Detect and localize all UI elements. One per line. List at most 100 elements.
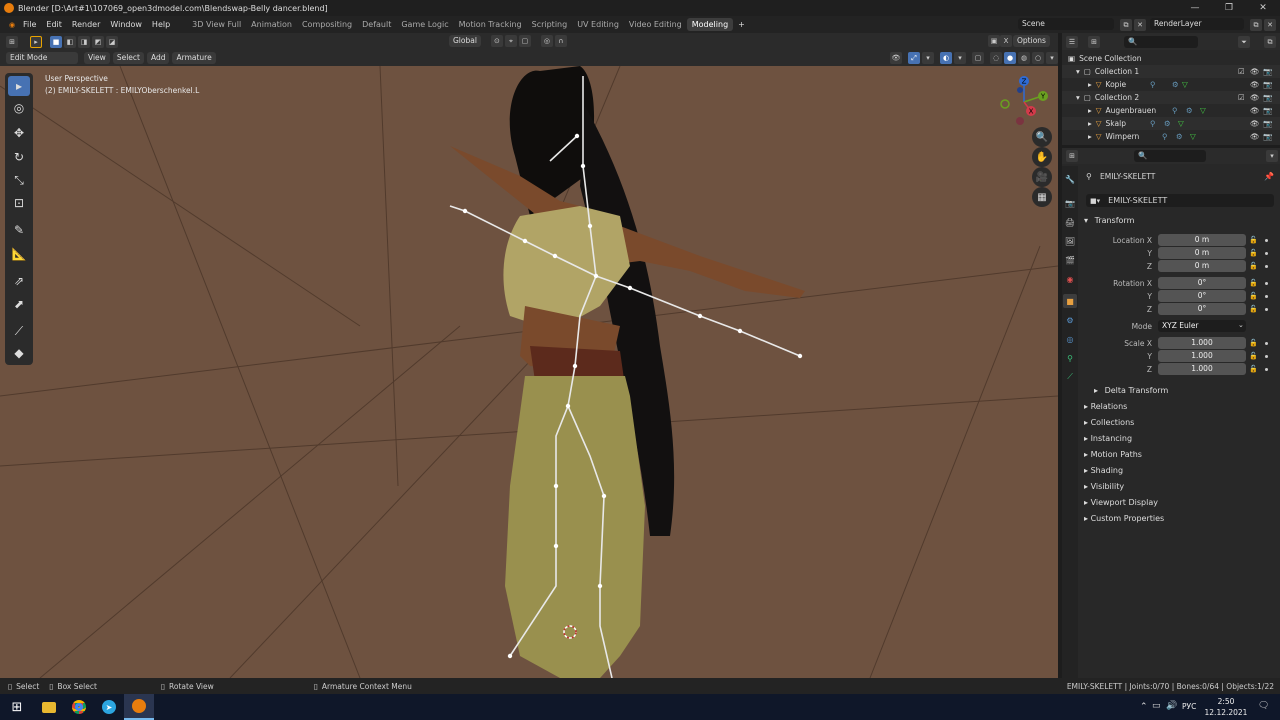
navigation-gizmo[interactable]: Z Y X <box>998 74 1050 126</box>
keyframe-dot-icon[interactable] <box>1265 308 1268 311</box>
checkbox-icon[interactable]: ☑ <box>1238 67 1245 76</box>
expand-arrow-icon[interactable]: ▸ <box>1088 106 1092 115</box>
clock[interactable]: 2:50 12.12.2021 <box>1204 696 1248 718</box>
bone-size-tool-icon[interactable]: ⬈ <box>8 294 30 314</box>
transform-orientation[interactable]: Global <box>449 35 481 47</box>
rotate-tool-icon[interactable]: ↻ <box>8 147 30 167</box>
editor-type-icon[interactable]: ⊞ <box>6 35 18 48</box>
overlay-toggle-icon[interactable]: ◐ <box>940 52 952 64</box>
tab-video-editing[interactable]: Video Editing <box>624 18 687 31</box>
view-menu[interactable]: View <box>84 52 110 64</box>
tab-default[interactable]: Default <box>357 18 396 31</box>
expand-arrow-icon[interactable]: ▾ <box>1076 93 1080 102</box>
outliner-root[interactable]: ▣ Scene Collection <box>1062 52 1280 65</box>
eye-icon[interactable]: 👁 <box>1250 119 1260 128</box>
mode-intersect-icon[interactable]: ◪ <box>106 35 118 48</box>
lock-icon[interactable]: 🔓 <box>1249 262 1258 270</box>
tab-scene-icon[interactable]: 🎬 <box>1063 253 1077 267</box>
tab-game-logic[interactable]: Game Logic <box>396 18 453 31</box>
section-relations[interactable]: ▸ Relations <box>1084 402 1127 411</box>
outliner-row-kopie[interactable]: ▸ ▽ Kopie ⚲ ⚙ ▽ 👁 📷 <box>1062 78 1280 91</box>
render-layer-field[interactable]: RenderLayer <box>1150 18 1244 30</box>
tab-object-icon[interactable]: ■ <box>1063 294 1077 308</box>
maximize-button[interactable]: ❐ <box>1212 0 1246 16</box>
expand-arrow-icon[interactable]: ▸ <box>1088 80 1092 89</box>
blender-taskbar-icon[interactable] <box>124 694 154 720</box>
select-mode-icon[interactable]: ▸ <box>30 35 42 48</box>
menu-window[interactable]: Window <box>105 20 147 29</box>
tab-tool-icon[interactable]: 🔧 <box>1063 172 1077 186</box>
keyframe-dot-icon[interactable] <box>1265 355 1268 358</box>
delete-layer-icon[interactable]: ✕ <box>1264 19 1276 31</box>
3d-viewport[interactable] <box>0 66 1058 678</box>
camera-icon[interactable]: 📷 <box>1263 67 1272 76</box>
eye-icon[interactable]: 👁 <box>1250 80 1260 89</box>
lock-icon[interactable]: 🔓 <box>1249 249 1258 257</box>
roll-tool-icon[interactable]: ⟋ <box>8 321 30 341</box>
add-menu[interactable]: Add <box>146 52 170 64</box>
lock-icon[interactable]: 🔓 <box>1249 292 1258 300</box>
scale-z-field[interactable]: 1.000 <box>1158 363 1246 375</box>
rotation-y-field[interactable]: 0° <box>1158 290 1246 302</box>
proportional-icon[interactable]: ◎ <box>540 35 553 47</box>
rotation-z-field[interactable]: 0° <box>1158 303 1246 315</box>
object-name-field[interactable]: ■▾ EMILY-SKELETT <box>1086 194 1274 207</box>
outliner-row-augenbrauen[interactable]: ▸ ▽ Augenbrauen ⚲ ⚙ ▽ 👁 📷 <box>1062 104 1280 117</box>
extrude-tool-icon[interactable]: ⇗ <box>8 271 30 291</box>
xray-toggle-icon[interactable]: ▢ <box>972 52 984 64</box>
outliner-row-wimpern[interactable]: ▸ ▽ Wimpern ⚲ ⚙ ▽ 👁 📷 <box>1062 130 1280 143</box>
camera-icon[interactable]: 📷 <box>1263 132 1272 141</box>
section-instancing[interactable]: ▸ Instancing <box>1084 434 1132 443</box>
options-button[interactable]: Options <box>1013 35 1050 47</box>
tab-output-icon[interactable]: 🖨 <box>1063 215 1077 229</box>
shading-wire-icon[interactable]: ◌ <box>990 52 1002 64</box>
notification-icon[interactable]: 🗨 <box>1258 701 1269 711</box>
file-explorer-icon[interactable] <box>34 694 64 720</box>
keyframe-dot-icon[interactable] <box>1265 295 1268 298</box>
render-layer-selector[interactable]: RenderLayer <box>1150 18 1244 30</box>
outliner-editor-icon[interactable]: ☰ <box>1066 35 1078 48</box>
transform-tool-icon[interactable]: ⊡ <box>8 193 30 213</box>
camera-icon[interactable]: 📷 <box>1263 93 1272 102</box>
close-window-button[interactable]: ✕ <box>1246 0 1280 16</box>
properties-search-input[interactable]: 🔍 <box>1134 150 1206 162</box>
camera-icon[interactable]: 📷 <box>1263 80 1272 89</box>
rotation-x-field[interactable]: 0° <box>1158 277 1246 289</box>
pivot-icon[interactable]: ⊙ <box>490 35 503 47</box>
section-collections[interactable]: ▸ Collections <box>1084 418 1134 427</box>
armature-menu[interactable]: Armature <box>172 52 216 64</box>
expand-arrow-icon[interactable]: ▸ <box>1088 119 1092 128</box>
outliner-row-collection-2[interactable]: ▾ ▢ Collection 2 ☑ 👁 📷 <box>1062 91 1280 104</box>
keyframe-dot-icon[interactable] <box>1265 342 1268 345</box>
scale-y-field[interactable]: 1.000 <box>1158 350 1246 362</box>
scene-selector[interactable]: Scene <box>1018 18 1114 30</box>
delete-scene-icon[interactable]: ✕ <box>1134 19 1146 31</box>
start-button-icon[interactable]: ⊞ <box>0 694 34 720</box>
tab-scripting[interactable]: Scripting <box>527 18 573 31</box>
keyframe-dot-icon[interactable] <box>1265 265 1268 268</box>
minimize-button[interactable]: — <box>1178 0 1212 16</box>
chrome-icon[interactable] <box>64 694 94 720</box>
camera-icon[interactable]: 📷 <box>1263 106 1272 115</box>
eye-icon[interactable]: 👁 <box>1250 67 1260 76</box>
tab-physics-icon[interactable]: ◎ <box>1063 332 1077 346</box>
envelope-tool-icon[interactable]: ◆ <box>8 343 30 363</box>
zoom-view-icon[interactable]: 🔍 <box>1032 127 1052 147</box>
select-menu[interactable]: Select <box>112 52 144 64</box>
tab-motion-tracking[interactable]: Motion Tracking <box>454 18 527 31</box>
mode-dropdown[interactable]: Edit Mode <box>6 52 78 64</box>
location-y-field[interactable]: 0 m <box>1158 247 1246 259</box>
mode-extend-icon[interactable]: ◧ <box>64 35 76 48</box>
falloff-icon[interactable]: ∩ <box>554 35 567 47</box>
eye-icon[interactable]: 👁 <box>1250 93 1260 102</box>
shading-render-icon[interactable]: ○ <box>1032 52 1044 64</box>
move-tool-icon[interactable]: ✥ <box>8 123 30 143</box>
transform-section[interactable]: ▾ Transform <box>1084 216 1134 225</box>
tab-world-icon[interactable]: ◉ <box>1063 272 1077 286</box>
scene-field[interactable]: Scene <box>1018 18 1114 30</box>
eye-icon[interactable]: 👁 <box>1250 106 1260 115</box>
scale-x-field[interactable]: 1.000 <box>1158 337 1246 349</box>
new-layer-icon[interactable]: ⧉ <box>1250 19 1262 31</box>
add-workspace-icon[interactable]: + <box>733 20 750 29</box>
annotate-tool-icon[interactable]: ✎ <box>8 220 30 240</box>
